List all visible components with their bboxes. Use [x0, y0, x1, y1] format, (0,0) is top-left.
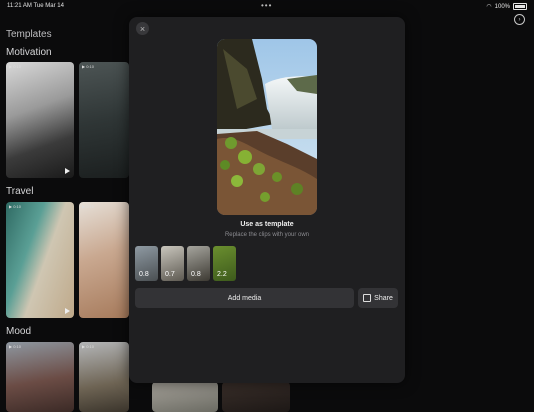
share-icon	[363, 294, 372, 302]
battery-icon	[513, 3, 527, 10]
use-as-template-title: Use as template	[240, 221, 294, 228]
close-icon: ×	[139, 23, 146, 34]
thumbnail-meta: ▶ 0:10	[82, 64, 94, 69]
thumbnail-meta: ▶ 0:10	[9, 344, 21, 349]
section-motivation: Motivation	[6, 47, 52, 58]
multitasking-dots-icon[interactable]: •••	[261, 1, 272, 10]
template-detail-modal: × Use as template Replace the clips with…	[129, 17, 405, 383]
play-icon	[65, 168, 70, 174]
thumbnail-meta: ▶ 0:10	[82, 204, 94, 209]
info-icon[interactable]: ›	[514, 14, 525, 25]
add-media-label: Add media	[227, 294, 262, 302]
template-thumbnail[interactable]: ▶ 0:10	[6, 62, 74, 178]
play-icon	[65, 308, 70, 314]
template-thumbnail[interactable]: ▶ 0:10	[79, 342, 129, 412]
thumbnail-meta: ▶ 0:10	[9, 64, 21, 69]
clip-duration: 0.7	[165, 271, 175, 278]
share-label: Share	[374, 294, 393, 302]
template-thumbnail[interactable]: ▶ 0:10	[6, 202, 74, 318]
template-thumbnail[interactable]	[152, 382, 218, 412]
add-media-button[interactable]: Add media	[135, 288, 354, 308]
template-thumbnail[interactable]: ▶ 0:10	[6, 342, 74, 412]
section-mood: Mood	[6, 326, 32, 337]
clip-thumbnail[interactable]: 0.8	[135, 246, 158, 281]
clip-duration: 2.2	[217, 271, 227, 278]
clip-strip: 0.8 0.7 0.8 2.2	[135, 246, 236, 281]
clip-thumbnail[interactable]: 0.8	[187, 246, 210, 281]
section-travel: Travel	[6, 186, 34, 197]
template-preview[interactable]	[217, 39, 317, 215]
clip-duration: 0.8	[191, 271, 201, 278]
share-button[interactable]: Share	[358, 288, 398, 308]
thumbnail-meta: ▶ 0:10	[82, 344, 94, 349]
waterfall-image	[217, 39, 317, 215]
close-button[interactable]: ×	[136, 22, 149, 35]
use-as-template-subtitle: Replace the clips with your own	[224, 232, 310, 238]
template-thumbnail[interactable]: ▶ 0:10	[79, 62, 129, 178]
status-time-date: 11:21 AM Tue Mar 14	[7, 3, 64, 9]
wifi-icon: ◠	[486, 4, 492, 10]
clip-thumbnail[interactable]: 0.7	[161, 246, 184, 281]
status-right: ◠ 100%	[486, 3, 527, 10]
clip-duration: 0.8	[139, 271, 149, 278]
clip-thumbnail[interactable]: 2.2	[213, 246, 236, 281]
battery-percent: 100%	[494, 3, 510, 10]
status-bar: 11:21 AM Tue Mar 14 ••• ◠ 100%	[0, 0, 534, 12]
template-thumbnail[interactable]	[222, 382, 290, 412]
template-thumbnail[interactable]: ▶ 0:10	[79, 202, 129, 318]
thumbnail-meta: ▶ 0:10	[9, 204, 21, 209]
page-title: Templates	[6, 29, 52, 40]
